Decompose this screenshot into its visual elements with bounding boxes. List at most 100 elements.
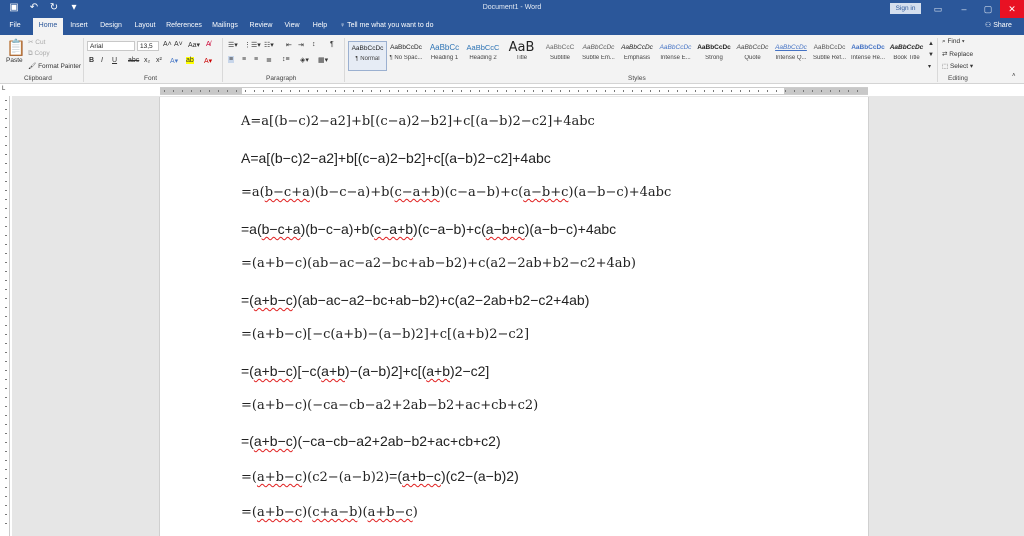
font-color-icon[interactable]: A▾ <box>204 57 212 65</box>
sign-in-button[interactable]: Sign in <box>890 3 921 14</box>
ruler-tick <box>695 90 696 92</box>
gallery-more-icon[interactable]: ▾ <box>928 63 931 70</box>
style-item[interactable]: AaBbCcDc ¶ No Spac... <box>387 41 426 71</box>
tab-file[interactable]: File <box>4 18 26 35</box>
paste-icon[interactable]: 📋 <box>6 38 26 58</box>
tab-insert[interactable]: Insert <box>66 18 92 35</box>
align-right-icon[interactable]: ≡ <box>254 56 258 63</box>
tab-layout[interactable]: Layout <box>130 18 160 35</box>
style-item[interactable]: AaBbCcDc Emphasis <box>618 41 657 71</box>
style-item[interactable]: AaBbCc Heading 1 <box>425 41 464 71</box>
style-item[interactable]: AaB Title <box>502 41 541 71</box>
gallery-up-icon[interactable]: ▲ <box>928 41 934 47</box>
shrink-font-icon[interactable]: A˅ <box>174 41 183 48</box>
tab-view[interactable]: View <box>280 18 304 35</box>
ruler-tick <box>497 90 498 92</box>
style-name: Heading 1 <box>430 55 459 61</box>
gallery-down-icon[interactable]: ▼ <box>928 52 934 58</box>
pilcrow-icon[interactable]: ¶ <box>330 41 334 48</box>
shading-icon[interactable]: ◈▾ <box>300 56 309 64</box>
ribbon-display-icon[interactable]: ▭ <box>926 0 950 18</box>
ruler-tick <box>5 460 7 461</box>
style-item[interactable]: AaBbCcDc Intense E... <box>656 41 695 71</box>
ruler-tick <box>353 90 354 92</box>
equation-line: =a(b−c+a)(b−c−a)+b(c−a+b)(c−a−b)+c(a−b+c… <box>241 221 617 237</box>
sort-icon[interactable]: ↕ <box>312 41 316 48</box>
ruler-tick <box>371 90 372 92</box>
align-left-icon[interactable]: ≡ <box>228 56 235 63</box>
subscript-icon[interactable]: x₂ <box>144 57 150 64</box>
numbering-icon[interactable]: ⋮☰▾ <box>244 41 261 49</box>
style-name: Intense Q... <box>775 55 807 61</box>
style-item[interactable]: AaBbCcDc Quote <box>733 41 772 71</box>
strikethrough-icon[interactable]: abc <box>128 57 139 64</box>
tab-mailings[interactable]: Mailings <box>208 18 242 35</box>
justify-icon[interactable]: ≣ <box>266 56 272 64</box>
tab-design[interactable]: Design <box>96 18 126 35</box>
cut-button[interactable]: ✂ Cut <box>28 38 45 46</box>
tab-review[interactable]: Review <box>246 18 276 35</box>
style-item[interactable]: AaBbCcDc Intense Q... <box>772 41 811 71</box>
italic-icon[interactable]: I <box>101 57 103 64</box>
line-spacing-icon[interactable]: ↕≡ <box>282 56 290 63</box>
decrease-indent-icon[interactable]: ⇤ <box>286 41 292 49</box>
maximize-icon[interactable]: ▢ <box>976 0 1000 18</box>
style-preview: AaB <box>508 41 535 55</box>
format-painter-button[interactable]: 🖌 Format Painter <box>28 62 81 70</box>
style-item[interactable]: AaBbCcDc Book Title <box>887 41 926 71</box>
replace-button[interactable]: ⇄ Replace <box>942 50 973 58</box>
find-button[interactable]: ⌕ Find ▾ <box>942 38 965 46</box>
share-button[interactable]: ⚇ Share <box>985 18 1012 35</box>
align-center-icon[interactable]: ≡ <box>242 56 246 63</box>
vertical-ruler[interactable] <box>2 96 10 536</box>
collapse-ribbon-icon[interactable]: ˄ <box>1012 73 1016 79</box>
ruler-tick <box>560 90 561 92</box>
minimize-icon[interactable]: – <box>952 0 976 18</box>
ruler-tick <box>5 316 7 317</box>
borders-icon[interactable]: ▦▾ <box>318 56 328 64</box>
style-item[interactable]: AaBbCcC Subtitle <box>541 41 580 71</box>
bold-icon[interactable]: B <box>89 57 94 64</box>
tab-references[interactable]: References <box>164 18 204 35</box>
text-effects-icon[interactable]: A▾ <box>170 57 178 65</box>
ruler-tick <box>5 397 7 398</box>
select-button[interactable]: ⬚ Select ▾ <box>942 62 973 70</box>
style-item[interactable]: AaBbCcDc Subtle Ref... <box>810 41 849 71</box>
underline-icon[interactable]: U <box>112 57 117 64</box>
ruler-tick <box>425 90 426 92</box>
font-name-select[interactable]: Arial <box>87 41 135 51</box>
tab-home[interactable]: Home <box>33 18 63 35</box>
close-icon[interactable]: ✕ <box>1000 0 1024 18</box>
style-item[interactable]: AaBbCcDc Intense Re... <box>849 41 888 71</box>
ruler-tick <box>821 90 822 92</box>
style-item[interactable]: AaBbCcC Heading 2 <box>464 41 503 71</box>
ruler-tick <box>5 181 7 182</box>
increase-indent-icon[interactable]: ⇥ <box>298 41 304 49</box>
tab-selector-icon[interactable]: L <box>2 86 5 92</box>
ruler-tick <box>209 90 210 92</box>
style-name: Subtitle <box>549 55 570 61</box>
change-case-icon[interactable]: Aa▾ <box>188 41 200 49</box>
tell-me-search[interactable]: ♀ Tell me what you want to do <box>340 18 433 35</box>
clear-formatting-icon[interactable]: A̸ <box>206 41 211 48</box>
grow-font-icon[interactable]: A˄ <box>163 41 172 48</box>
bullets-icon[interactable]: ☰▾ <box>228 41 238 49</box>
superscript-icon[interactable]: x² <box>156 57 162 64</box>
style-item[interactable]: AaBbCcDc Subtle Em... <box>579 41 618 71</box>
horizontal-ruler[interactable] <box>160 87 868 95</box>
paste-button[interactable]: Paste <box>6 57 23 64</box>
ruler-tick <box>317 90 318 92</box>
highlight-icon[interactable]: ab <box>186 57 194 64</box>
title-bar: ▣ ↶ ↻ ▾ Document1 - Word Sign in ▭ – ▢ ✕ <box>0 0 1024 18</box>
multilevel-list-icon[interactable]: ☷▾ <box>264 41 274 49</box>
style-item[interactable]: AaBbCcDc ¶ Normal <box>348 41 387 71</box>
copy-button[interactable]: ⧉ Copy <box>28 50 50 58</box>
ruler-tick <box>389 90 390 92</box>
font-size-select[interactable]: 13,5 <box>137 41 159 51</box>
paragraph-group-label: Paragraph <box>266 75 297 82</box>
ruler-tick <box>5 280 7 281</box>
ruler-tick <box>5 496 7 497</box>
style-name: Intense E... <box>660 55 691 61</box>
tab-help[interactable]: Help <box>308 18 332 35</box>
style-item[interactable]: AaBbCcDc Strong <box>695 41 734 71</box>
